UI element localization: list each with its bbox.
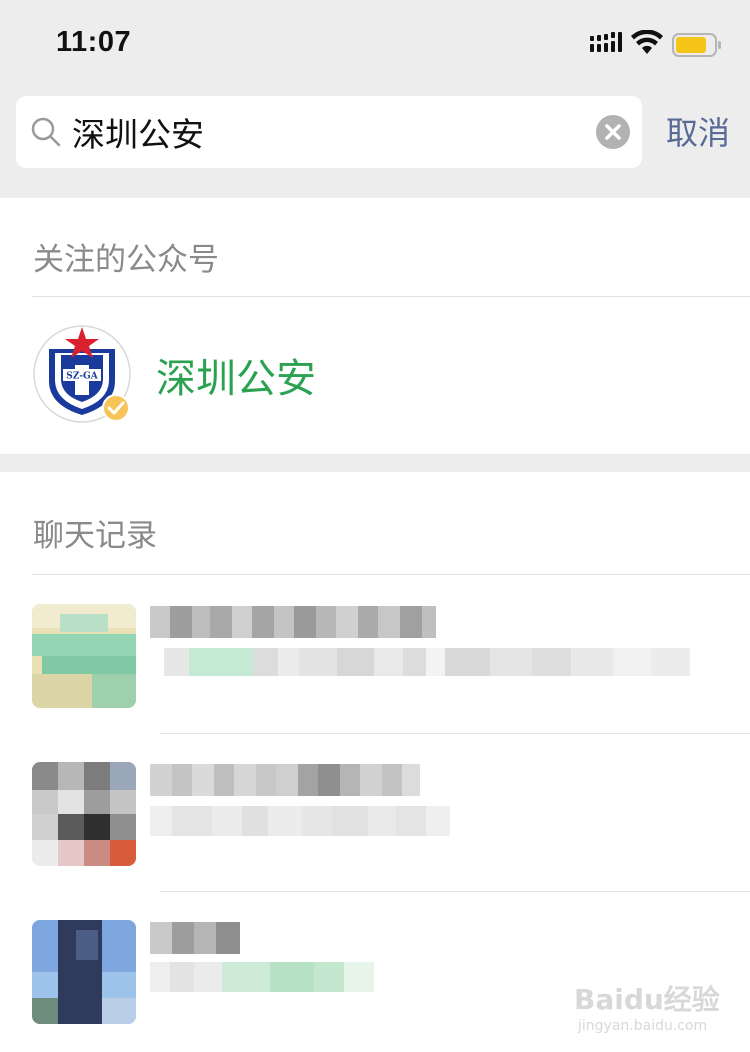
clear-search-icon[interactable] bbox=[596, 115, 630, 149]
avatar bbox=[32, 920, 136, 1024]
chat-result-item[interactable] bbox=[0, 734, 750, 892]
svg-text:SZ-GA: SZ-GA bbox=[66, 372, 98, 382]
watermark-brand: Baidu经验 bbox=[574, 983, 720, 1016]
avatar bbox=[32, 762, 136, 866]
obscured-message-preview bbox=[150, 962, 374, 992]
battery-icon bbox=[672, 33, 721, 57]
wifi-icon bbox=[631, 30, 663, 54]
search-bar[interactable] bbox=[16, 96, 642, 168]
chat-result-item[interactable] bbox=[0, 576, 750, 734]
search-icon bbox=[31, 117, 61, 147]
official-accounts-section: 关注的公众号 SZ-GA 深圳公安 bbox=[0, 198, 750, 454]
obscured-message-preview bbox=[150, 806, 450, 836]
avatar bbox=[32, 604, 136, 708]
cellular-signal-icon bbox=[590, 32, 622, 52]
obscured-message-preview bbox=[164, 648, 690, 676]
chat-history-section: 聊天记录 bbox=[0, 472, 750, 1052]
search-input[interactable] bbox=[72, 106, 592, 158]
divider bbox=[32, 574, 750, 575]
divider bbox=[32, 296, 750, 297]
status-bar: 11:07 bbox=[0, 0, 750, 90]
cancel-button[interactable]: 取消 bbox=[666, 108, 730, 154]
account-name: 深圳公安 bbox=[156, 356, 316, 402]
section-title: 关注的公众号 bbox=[33, 242, 219, 278]
police-badge-icon: SZ-GA bbox=[33, 325, 131, 423]
official-account-item[interactable]: SZ-GA 深圳公安 bbox=[0, 298, 750, 454]
obscured-contact-name bbox=[150, 764, 420, 796]
section-title: 聊天记录 bbox=[33, 518, 157, 554]
baidu-watermark: Baidu经验 jingyan.baidu.com bbox=[574, 978, 724, 1038]
obscured-contact-name bbox=[150, 922, 240, 954]
watermark-url: jingyan.baidu.com bbox=[578, 1018, 708, 1034]
status-time: 11:07 bbox=[56, 26, 132, 58]
obscured-contact-name bbox=[150, 606, 436, 638]
